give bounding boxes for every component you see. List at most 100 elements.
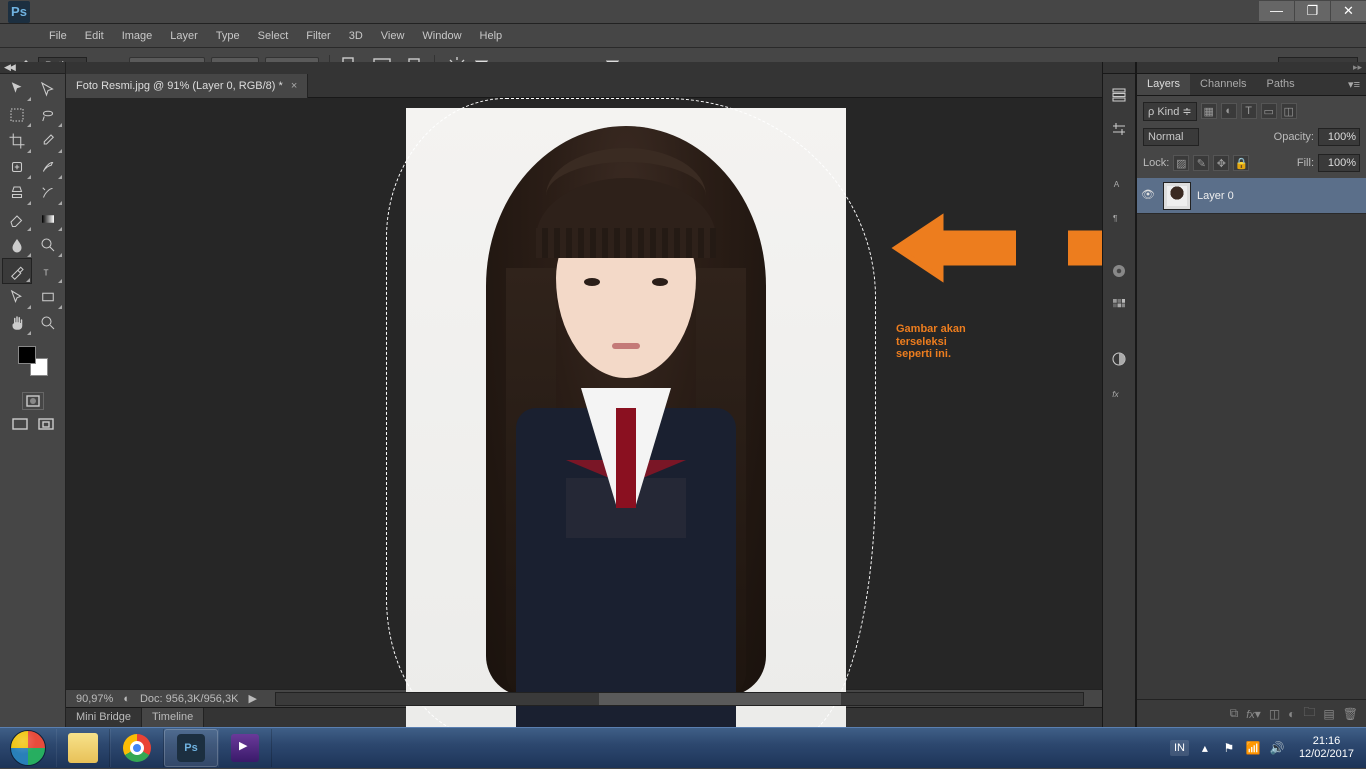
status-flyout-icon[interactable]: ▶ (248, 692, 256, 705)
media-player-icon (231, 734, 259, 762)
zoom-level[interactable]: 90,97% (76, 693, 113, 705)
filter-smart-icon[interactable]: ◫ (1281, 103, 1297, 119)
delete-layer-icon[interactable]: 🗑 (1343, 707, 1358, 721)
healing-brush-tool[interactable] (2, 154, 32, 180)
layer-filter-kind[interactable]: ρ Kind ≑ (1143, 102, 1197, 121)
move-tool[interactable] (2, 76, 32, 102)
maximize-button[interactable]: ❐ (1295, 1, 1330, 21)
eyedropper-tool[interactable] (33, 128, 63, 154)
language-indicator[interactable]: IN (1170, 740, 1189, 756)
artboard-select-tool[interactable] (33, 76, 63, 102)
tools-panel-header[interactable]: ◀◀ (0, 62, 65, 74)
gradient-tool[interactable] (33, 206, 63, 232)
blend-mode-select[interactable]: Normal (1143, 128, 1199, 146)
menu-help[interactable]: Help (471, 24, 512, 48)
taskbar-chrome[interactable] (110, 729, 164, 767)
adjustments-panel-icon[interactable] (1106, 346, 1132, 372)
link-layers-icon[interactable]: ⧉ (1230, 706, 1239, 721)
adjustment-layer-icon[interactable]: ◐ (1288, 707, 1295, 721)
horizontal-scrollbar[interactable] (275, 692, 1084, 706)
filter-pixel-icon[interactable]: ▦ (1201, 103, 1217, 119)
panel-menu-icon[interactable]: ▾≡ (1342, 74, 1366, 95)
document-tab[interactable]: Foto Resmi.jpg @ 91% (Layer 0, RGB/8) * … (66, 74, 308, 98)
layer-thumbnail[interactable] (1163, 182, 1191, 210)
taskbar-explorer[interactable] (56, 729, 110, 767)
menu-window[interactable]: Window (413, 24, 470, 48)
layer-name[interactable]: Layer 0 (1197, 190, 1234, 202)
type-tool[interactable]: T (33, 258, 63, 284)
fill-input[interactable]: 100% (1318, 154, 1360, 172)
layer-mask-icon[interactable]: ◫ (1269, 707, 1280, 721)
mini-bridge-tab[interactable]: Mini Bridge (66, 708, 142, 727)
filter-type-icon[interactable]: T (1241, 103, 1257, 119)
lock-position-icon[interactable]: ✥ (1213, 155, 1229, 171)
paths-tab[interactable]: Paths (1257, 74, 1305, 95)
menu-filter[interactable]: Filter (297, 24, 339, 48)
menu-edit[interactable]: Edit (76, 24, 113, 48)
document-tabbar-collapse[interactable] (66, 62, 1102, 74)
dodge-tool[interactable] (33, 232, 63, 258)
taskbar-photoshop[interactable]: Ps (164, 729, 218, 767)
layer-visibility-icon[interactable]: 👁 (1141, 188, 1157, 204)
properties-panel-icon[interactable] (1106, 116, 1132, 142)
menu-type[interactable]: Type (207, 24, 249, 48)
layers-tab[interactable]: Layers (1137, 74, 1190, 95)
layer-list[interactable]: 👁 Layer 0 (1137, 178, 1366, 699)
character-panel-icon[interactable]: A (1106, 170, 1132, 196)
hand-tool[interactable] (2, 310, 32, 336)
styles-panel-icon[interactable]: fx (1106, 380, 1132, 406)
swatches-panel-icon[interactable] (1106, 292, 1132, 318)
panel-dock-header[interactable]: ▸▸ (1137, 62, 1366, 74)
color-panel-icon[interactable] (1106, 258, 1132, 284)
canvas[interactable] (406, 108, 846, 727)
close-document-icon[interactable]: × (291, 80, 297, 92)
minimize-button[interactable]: — (1259, 1, 1294, 21)
layer-group-icon[interactable]: 🗀 (1303, 703, 1315, 724)
taskbar-clock[interactable]: 21:16 12/02/2017 (1293, 735, 1360, 761)
start-button[interactable] (0, 728, 56, 769)
history-panel-icon[interactable] (1106, 82, 1132, 108)
new-layer-icon[interactable]: ▤ (1323, 707, 1334, 721)
menu-3d[interactable]: 3D (340, 24, 372, 48)
foreground-color[interactable] (18, 346, 36, 364)
history-brush-tool[interactable] (33, 180, 63, 206)
menu-image[interactable]: Image (113, 24, 162, 48)
crop-tool[interactable] (2, 128, 32, 154)
lock-pixels-icon[interactable]: ✎ (1193, 155, 1209, 171)
channels-tab[interactable]: Channels (1190, 74, 1256, 95)
clone-stamp-tool[interactable] (2, 180, 32, 206)
quick-mask-toggle[interactable] (22, 392, 44, 410)
menu-file[interactable]: File (40, 24, 76, 48)
taskbar-media-player[interactable] (218, 729, 272, 767)
menu-view[interactable]: View (372, 24, 414, 48)
lasso-tool[interactable] (33, 102, 63, 128)
timeline-tab[interactable]: Timeline (142, 708, 204, 727)
close-button[interactable]: ✕ (1331, 1, 1366, 21)
paragraph-panel-icon[interactable]: ¶ (1106, 204, 1132, 230)
status-preview-icon[interactable]: ◐ (123, 693, 130, 705)
tray-volume-icon[interactable]: 🔊 (1269, 740, 1285, 756)
layer-fx-icon[interactable]: fx▾ (1246, 707, 1261, 721)
eraser-tool[interactable] (2, 206, 32, 232)
rectangle-tool[interactable] (33, 284, 63, 310)
filter-shape-icon[interactable]: ▭ (1261, 103, 1277, 119)
tray-action-center-icon[interactable]: ⚑ (1221, 740, 1237, 756)
layer-row[interactable]: 👁 Layer 0 (1137, 178, 1366, 214)
path-selection-tool[interactable] (2, 284, 32, 310)
filter-adjustment-icon[interactable]: ◐ (1221, 103, 1237, 119)
menu-select[interactable]: Select (249, 24, 298, 48)
screen-mode-switch[interactable] (35, 416, 57, 434)
lock-transparency-icon[interactable]: ▨ (1173, 155, 1189, 171)
lock-all-icon[interactable]: 🔒 (1233, 155, 1249, 171)
pen-tool[interactable] (2, 258, 32, 284)
menu-layer[interactable]: Layer (161, 24, 207, 48)
opacity-input[interactable]: 100% (1318, 128, 1360, 146)
zoom-tool[interactable] (33, 310, 63, 336)
screen-mode-button[interactable] (9, 416, 31, 434)
tray-network-icon[interactable]: 📶 (1245, 740, 1261, 756)
blur-tool[interactable] (2, 232, 32, 258)
color-swatches[interactable] (0, 338, 65, 384)
marquee-tool[interactable] (2, 102, 32, 128)
tray-show-hidden-icon[interactable]: ▴ (1197, 740, 1213, 756)
brush-tool[interactable] (33, 154, 63, 180)
